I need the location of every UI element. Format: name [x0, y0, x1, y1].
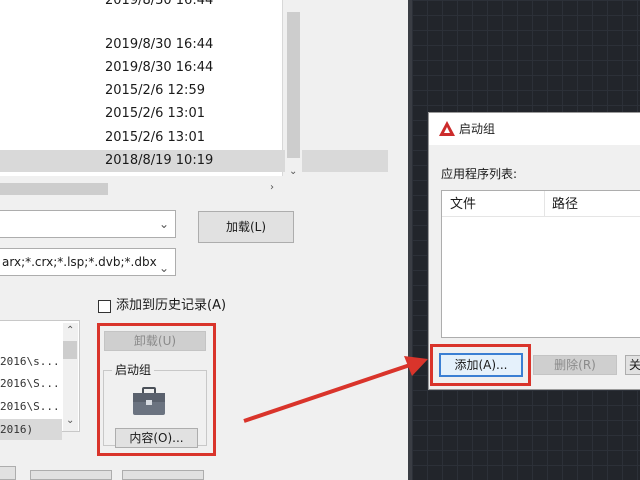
- add-to-history-label: 添加到历史记录(A): [116, 298, 227, 313]
- column-divider[interactable]: [544, 191, 545, 217]
- chevron-down-icon: ⌄: [156, 255, 169, 275]
- file-date-item-selected[interactable]: 2018/8/19 10:19: [0, 150, 388, 172]
- highlight-box-startup-group: [97, 323, 216, 456]
- scroll-down-arrow-icon[interactable]: ⌄: [289, 166, 297, 177]
- startup-dialog-title-bar[interactable]: 启动组: [429, 113, 640, 145]
- delete-button[interactable]: 删除(R): [533, 355, 617, 375]
- file-date-item[interactable]: 2019/8/30 16:44: [104, 57, 284, 79]
- chevron-down-icon: ⌄: [158, 217, 169, 231]
- history-list[interactable]: 2016\s... 2016\S... 2016\S... 2016) ⌃ ⌄: [0, 320, 80, 440]
- application-list[interactable]: 文件 路径: [441, 190, 640, 338]
- scroll-down-arrow-icon[interactable]: ⌄: [66, 415, 74, 426]
- column-header-path[interactable]: 路径: [552, 197, 578, 213]
- bottom-button-partial[interactable]: [30, 470, 112, 480]
- file-type-filter-value: arx;*.crx;*.lsp;*.dvb;*.dbx: [2, 255, 157, 269]
- history-scroll-thumb[interactable]: [63, 341, 77, 359]
- history-item[interactable]: 2016\S...: [0, 373, 62, 394]
- bottom-button-partial[interactable]: [0, 466, 16, 480]
- file-date-item[interactable]: 2019/8/30 16:44: [104, 0, 284, 12]
- file-date-item[interactable]: 2015/2/6 13:01: [104, 103, 284, 125]
- column-header-file[interactable]: 文件: [450, 197, 476, 213]
- file-type-filter[interactable]: arx;*.crx;*.lsp;*.dvb;*.dbx ⌄: [0, 248, 176, 276]
- history-item[interactable]: 2016\S...: [0, 396, 62, 417]
- bottom-button-partial[interactable]: [122, 470, 204, 480]
- history-item[interactable]: 2016): [0, 419, 62, 440]
- autocad-logo-icon: [439, 121, 455, 136]
- load-button[interactable]: 加载(L): [198, 211, 294, 243]
- scroll-up-arrow-icon[interactable]: ⌃: [66, 325, 74, 336]
- file-date-item[interactable]: 2015/2/6 12:59: [104, 80, 284, 102]
- file-date-item[interactable]: 2015/2/6 13:01: [104, 127, 284, 149]
- horizontal-scroll-thumb[interactable]: [0, 183, 108, 195]
- highlight-box-add-button: [430, 344, 531, 386]
- vertical-scroll-thumb[interactable]: [287, 12, 300, 158]
- annotation-arrow: [243, 356, 428, 423]
- file-list[interactable]: 2019/8/30 16:44 2019/8/30 16:44 2019/8/3…: [0, 0, 388, 176]
- scroll-right-arrow-icon[interactable]: ›: [270, 182, 274, 193]
- file-date-item[interactable]: 2019/8/30 16:44: [104, 34, 284, 56]
- file-name-combo[interactable]: ⌄: [0, 210, 176, 238]
- close-button-partial[interactable]: 关: [625, 355, 640, 375]
- add-to-history-checkbox[interactable]: [98, 300, 111, 313]
- startup-dialog-title: 启动组: [459, 122, 496, 136]
- application-list-label: 应用程序列表:: [441, 167, 518, 181]
- history-item[interactable]: 2016\s...: [0, 351, 62, 372]
